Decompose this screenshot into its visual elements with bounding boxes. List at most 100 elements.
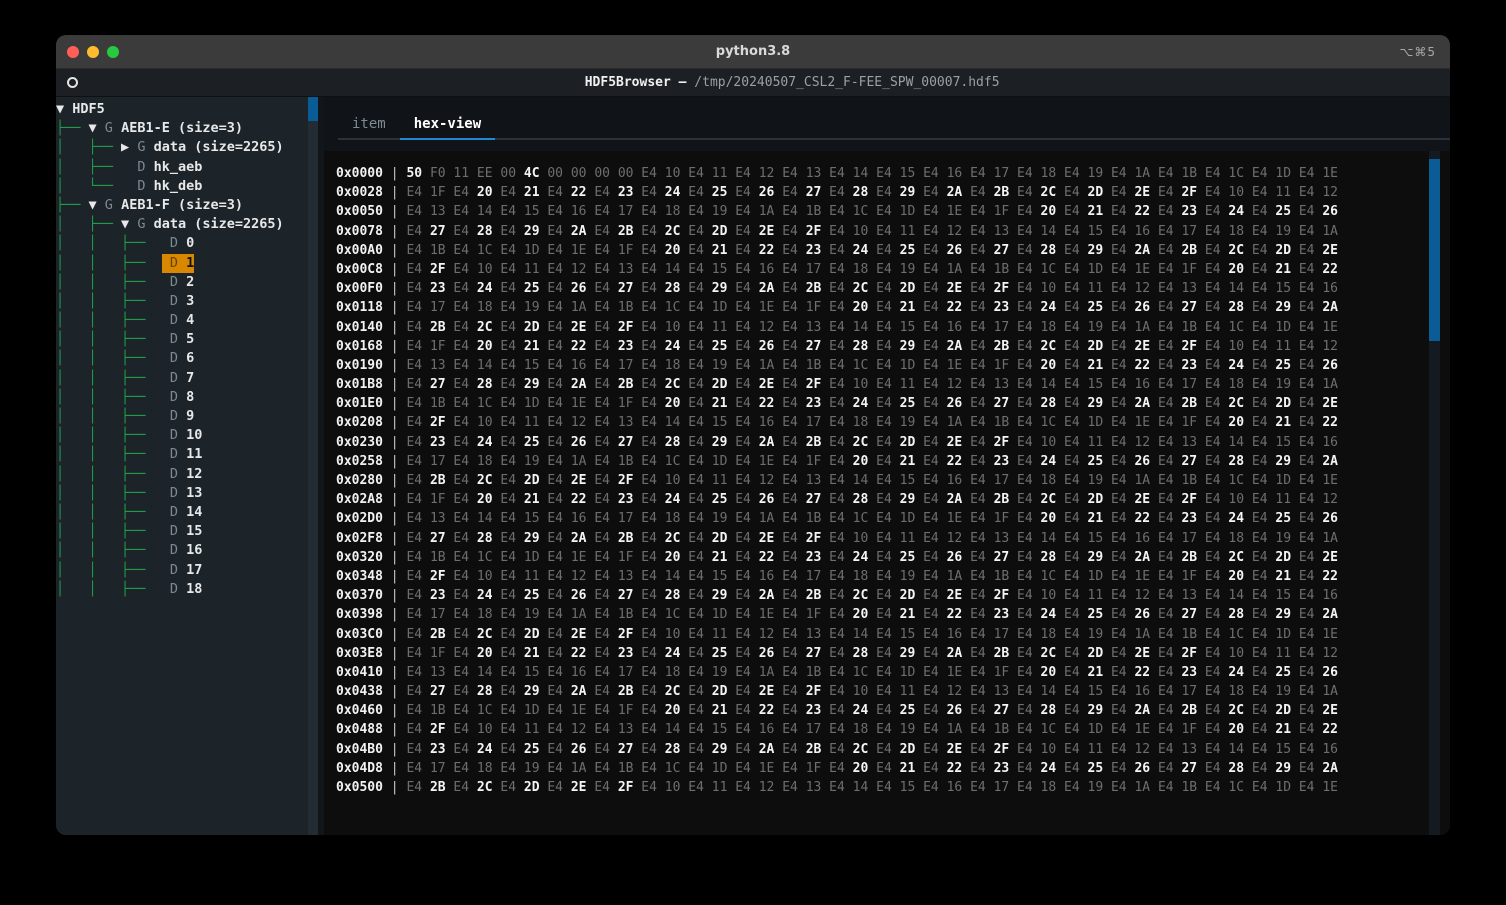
hex-byte: 29 bbox=[711, 741, 728, 757]
hex-byte: 1A bbox=[1134, 166, 1151, 181]
tree-item[interactable]: │ ├── ▶ G data (size=2265) bbox=[56, 138, 324, 157]
hex-byte-space bbox=[939, 569, 947, 584]
hex-byte-space bbox=[915, 492, 923, 507]
chevron-down-icon[interactable]: ▼ bbox=[121, 215, 129, 234]
tree-item[interactable]: │ │ ├── D 13 bbox=[56, 484, 324, 503]
hex-byte: E4 bbox=[1110, 741, 1127, 757]
tree-item[interactable]: │ │ ├── D 15 bbox=[56, 522, 324, 541]
hex-byte-space bbox=[657, 492, 665, 507]
tree-item[interactable]: │ │ ├── D 7 bbox=[56, 369, 324, 388]
tree-item[interactable]: │ │ ├── D 12 bbox=[56, 465, 324, 484]
tree-item[interactable]: │ │ ├── D 17 bbox=[56, 561, 324, 580]
tree-item[interactable]: │ ├── ▼ G data (size=2265) bbox=[56, 215, 324, 234]
tab-hex-view[interactable]: hex-view bbox=[399, 116, 496, 140]
minimize-icon[interactable] bbox=[87, 45, 99, 58]
hdf5-tree[interactable]: ▼ HDF5 ├── ▼ G AEB1-E (size=3) │ ├── ▶ G d… bbox=[56, 97, 324, 599]
chevron-down-icon[interactable]: ▼ bbox=[89, 119, 97, 138]
close-icon[interactable] bbox=[67, 45, 79, 58]
tree-item[interactable]: │ │ ├── D 5 bbox=[56, 330, 324, 349]
hex-byte-space bbox=[563, 684, 571, 699]
hex-byte: 22 bbox=[1322, 261, 1338, 277]
hex-byte-space bbox=[821, 646, 829, 661]
hex-byte-space bbox=[610, 742, 618, 757]
tab-item[interactable]: item bbox=[338, 116, 400, 140]
tree-item[interactable]: ├── ▼ G AEB1-F (size=3) bbox=[56, 196, 324, 215]
hex-byte-space bbox=[939, 454, 947, 469]
hex-byte: E4 bbox=[1157, 664, 1174, 680]
hex-byte: 2C bbox=[476, 473, 493, 488]
dataset-type-icon: D bbox=[169, 388, 178, 405]
hex-byte: E4 bbox=[1157, 166, 1174, 181]
hex-byte-space bbox=[1197, 742, 1205, 757]
hex-byte-space bbox=[563, 722, 571, 737]
hex-offset: 0x0500 bbox=[336, 780, 383, 795]
hex-byte: E4 bbox=[876, 453, 892, 469]
hex-byte: 1D bbox=[523, 549, 540, 565]
tree-item[interactable]: │ │ ├── D 9 bbox=[56, 407, 324, 426]
hex-byte: E4 bbox=[1157, 377, 1174, 393]
hex-byte: 1D bbox=[523, 703, 540, 719]
tree-item[interactable]: │ │ ├── D 18 bbox=[56, 580, 324, 599]
hex-byte-space bbox=[798, 665, 806, 680]
tree-item[interactable]: │ │ ├── D 8 bbox=[56, 388, 324, 407]
sidebar-scrollbar-thumb[interactable] bbox=[308, 97, 318, 121]
hex-byte: 20 bbox=[476, 645, 493, 661]
tree-item[interactable]: │ │ ├── D 16 bbox=[56, 541, 324, 560]
hex-byte: 1C bbox=[1040, 415, 1057, 431]
tree-item[interactable]: │ │ ├── D 1 bbox=[56, 253, 324, 273]
hex-byte-space bbox=[1033, 665, 1041, 680]
tree-item[interactable]: │ │ ├── D 6 bbox=[56, 349, 324, 368]
hex-byte: E4 bbox=[453, 473, 470, 488]
hex-byte: 22 bbox=[1134, 511, 1151, 527]
hex-byte: E4 bbox=[406, 684, 423, 700]
hex-byte: 16 bbox=[1322, 588, 1338, 604]
tree-item[interactable]: │ ├── D hk_aeb bbox=[56, 158, 324, 177]
hex-byte-space bbox=[892, 320, 900, 335]
hdf5-tree-sidebar[interactable]: ▼ HDF5 ├── ▼ G AEB1-E (size=3) │ ├── ▶ G d… bbox=[56, 97, 324, 835]
hex-byte: 22 bbox=[946, 607, 963, 623]
hex-byte: 17 bbox=[993, 166, 1010, 181]
hex-byte-space bbox=[1197, 415, 1205, 430]
tree-item[interactable]: │ │ ├── D 0 bbox=[56, 234, 324, 253]
hex-byte: 2E bbox=[570, 473, 587, 488]
tree-space bbox=[97, 119, 105, 138]
chevron-down-icon[interactable]: ▼ bbox=[56, 100, 64, 119]
hex-byte: E4 bbox=[1204, 338, 1221, 354]
chevron-right-icon[interactable]: ▶ bbox=[121, 138, 129, 157]
tree-item[interactable]: ▼ HDF5 bbox=[56, 100, 324, 119]
maximize-icon[interactable] bbox=[107, 45, 119, 58]
hex-byte: E4 bbox=[500, 626, 517, 642]
hex-byte: 22 bbox=[1322, 722, 1338, 738]
tree-item[interactable]: │ │ ├── D 10 bbox=[56, 426, 324, 445]
tree-item[interactable]: │ │ ├── D 4 bbox=[56, 311, 324, 330]
tree-item[interactable]: ├── ▼ G AEB1-E (size=3) bbox=[56, 119, 324, 138]
hex-dump-viewport[interactable]: 0x0000 | 50 F0 11 EE 00 4C 00 00 00 00 E… bbox=[324, 151, 1450, 835]
hex-byte: 1E bbox=[946, 357, 963, 373]
hex-byte-space bbox=[1056, 320, 1064, 335]
tree-item[interactable]: │ │ ├── D 3 bbox=[56, 292, 324, 311]
tree-item-label: 3 bbox=[186, 292, 195, 309]
hex-byte: 2A bbox=[946, 492, 963, 508]
hex-byte-space bbox=[751, 396, 759, 411]
tree-item[interactable]: │ │ ├── D 2 bbox=[56, 273, 324, 292]
hex-scrollbar-thumb[interactable] bbox=[1429, 159, 1440, 341]
sidebar-scrollbar-track[interactable] bbox=[308, 97, 318, 835]
hex-byte: E4 bbox=[735, 684, 751, 700]
hex-byte-space bbox=[704, 320, 712, 335]
hex-byte-space bbox=[704, 588, 712, 603]
hex-byte: 21 bbox=[523, 185, 540, 201]
tree-item[interactable]: │ │ ├── D 11 bbox=[56, 445, 324, 464]
hex-byte: 1D bbox=[711, 300, 728, 316]
hex-byte: E4 bbox=[641, 568, 657, 584]
tab-bar[interactable]: item hex-view bbox=[324, 97, 1450, 140]
hex-byte: E4 bbox=[970, 473, 986, 488]
hex-byte-space bbox=[845, 722, 853, 737]
hex-byte-space bbox=[1056, 185, 1064, 200]
hex-byte: 15 bbox=[1087, 377, 1104, 393]
tree-item[interactable]: │ │ ├── D 14 bbox=[56, 503, 324, 522]
hex-offset: 0x0028 bbox=[336, 185, 383, 201]
hex-byte-space bbox=[986, 780, 994, 795]
hex-byte-space bbox=[1244, 204, 1252, 219]
chevron-down-icon[interactable]: ▼ bbox=[89, 196, 97, 215]
tree-item[interactable]: │ └── D hk_deb bbox=[56, 177, 324, 196]
